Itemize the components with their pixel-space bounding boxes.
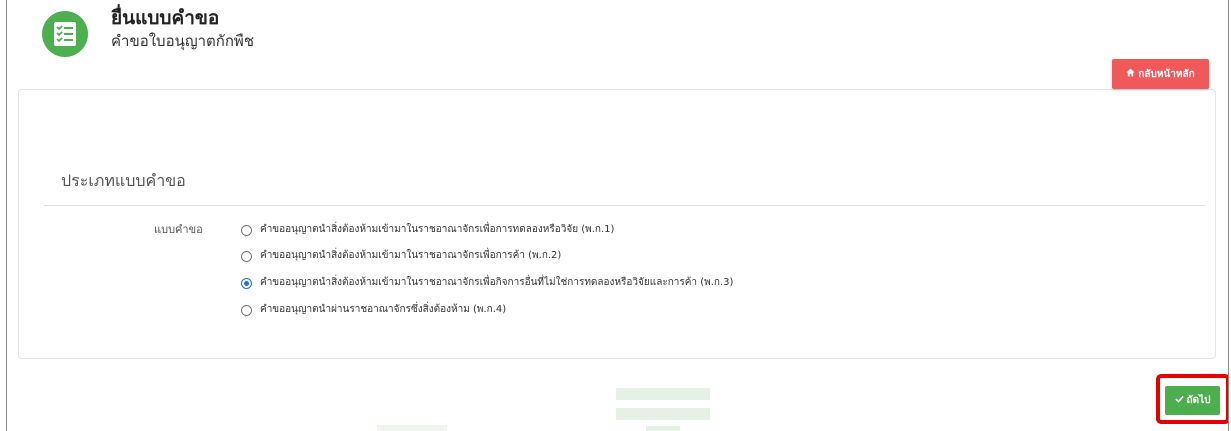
option-pk3[interactable]: คำขออนุญาตนำสิ่งต้องห้ามเข้ามาในราชอาณาจ… xyxy=(241,275,733,291)
option-label: คำขออนุญาตนำผ่านราชอาณาจักรซึ่งสิ่งต้องห… xyxy=(260,304,507,315)
next-button-label: ถัดไป xyxy=(1186,395,1211,406)
home-button-label: กลับหน้าหลัก xyxy=(1138,68,1195,80)
option-pk1[interactable]: คำขออนุญาตนำสิ่งต้องห้ามเข้ามาในราชอาณาจ… xyxy=(241,222,614,238)
app-frame: ยื่นแบบคำขอ คำขอใบอนุญาตกักพืช กลับหน้าห… xyxy=(6,0,1229,431)
page-title: ยื่นแบบคำขอ xyxy=(111,7,220,29)
request-type-label: แบบคำขอ xyxy=(154,223,203,236)
option-pk4[interactable]: คำขออนุญาตนำผ่านราชอาณาจักรซึ่งสิ่งต้องห… xyxy=(241,302,506,318)
watermark-fragment xyxy=(377,425,447,431)
home-button[interactable]: กลับหน้าหลัก xyxy=(1112,59,1209,89)
radio-pk1[interactable] xyxy=(241,224,252,236)
radio-pk3[interactable] xyxy=(241,277,252,289)
option-label: คำขออนุญาตนำสิ่งต้องห้ามเข้ามาในราชอาณาจ… xyxy=(260,224,615,235)
home-icon xyxy=(1126,68,1135,80)
option-pk2[interactable]: คำขออนุญาตนำสิ่งต้องห้ามเข้ามาในราชอาณาจ… xyxy=(241,248,561,264)
check-icon xyxy=(1174,395,1184,406)
checklist-icon xyxy=(42,11,88,57)
next-button[interactable]: ถัดไป xyxy=(1165,386,1220,415)
section-title: ประเภทแบบคำขอ xyxy=(61,171,186,190)
radio-pk2[interactable] xyxy=(241,250,252,262)
watermark-logo xyxy=(616,388,710,431)
section-divider xyxy=(44,205,1205,206)
page-subtitle: คำขอใบอนุญาตกักพืช xyxy=(111,32,255,50)
radio-pk4[interactable] xyxy=(241,304,252,316)
option-label: คำขออนุญาตนำสิ่งต้องห้ามเข้ามาในราชอาณาจ… xyxy=(260,277,734,288)
option-label: คำขออนุญาตนำสิ่งต้องห้ามเข้ามาในราชอาณาจ… xyxy=(260,250,562,261)
